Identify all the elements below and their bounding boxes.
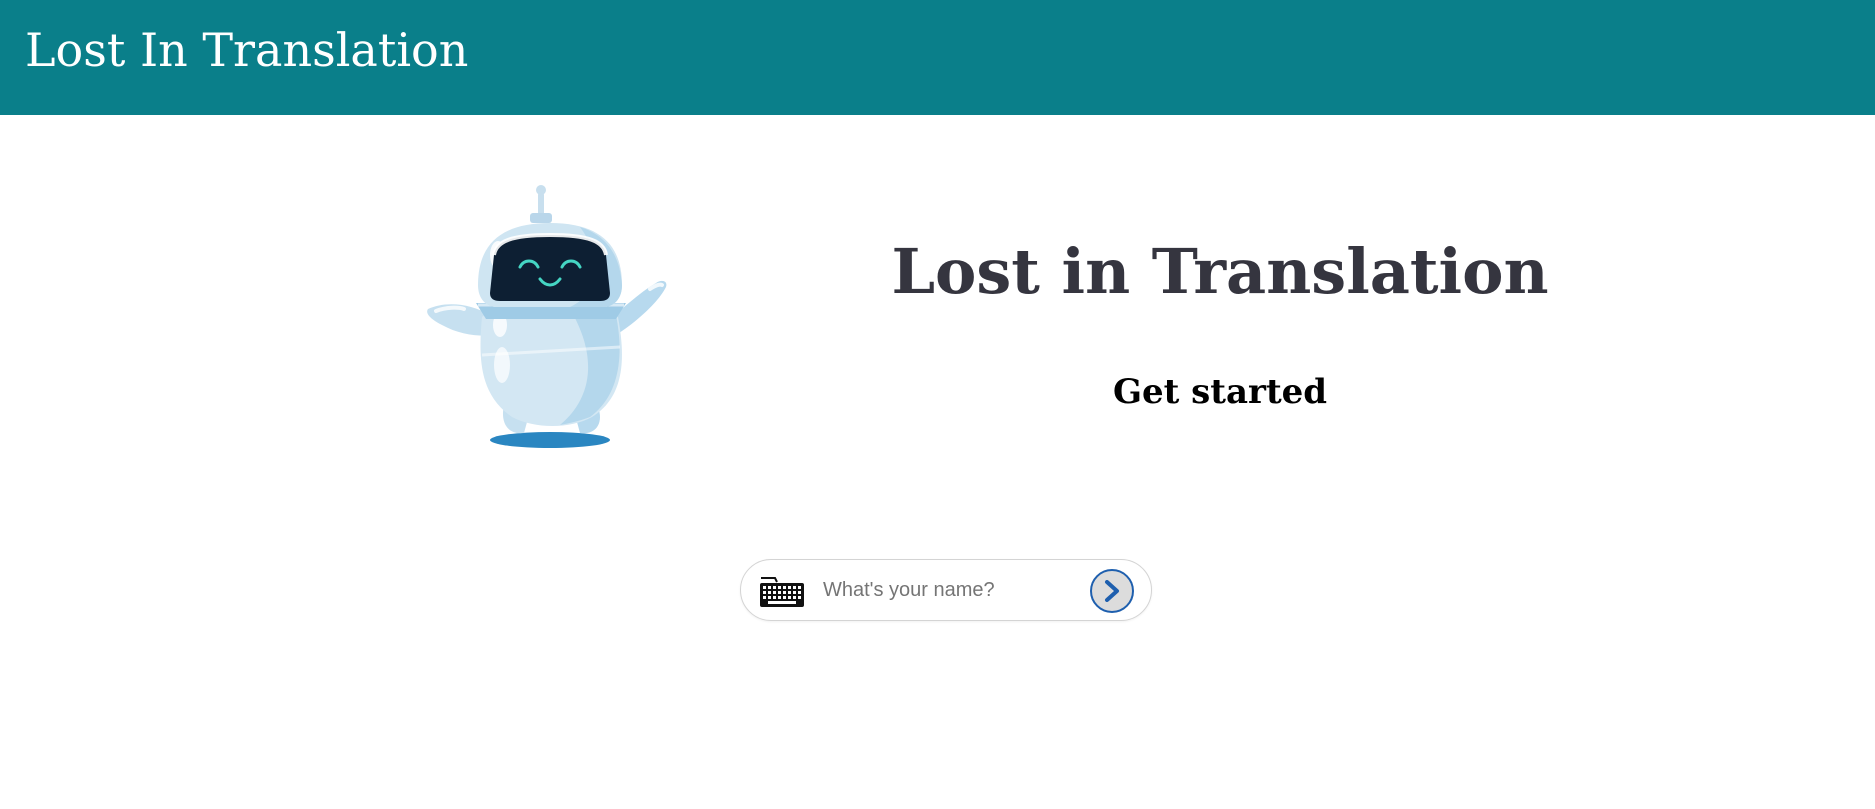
robot-icon xyxy=(427,185,667,448)
chevron-right-icon xyxy=(1105,580,1119,602)
hero-section: Lost in Translation Get started xyxy=(0,115,1875,515)
submit-button[interactable] xyxy=(1090,569,1134,613)
name-input[interactable] xyxy=(823,572,1063,608)
hero-title: Lost in Translation xyxy=(891,235,1549,308)
get-started-text: Get started xyxy=(1112,372,1328,412)
keyboard-icon xyxy=(760,577,804,607)
app-title: Lost In Translation xyxy=(25,23,469,77)
name-form xyxy=(740,559,1152,621)
app-header: Lost In Translation xyxy=(0,0,1875,115)
